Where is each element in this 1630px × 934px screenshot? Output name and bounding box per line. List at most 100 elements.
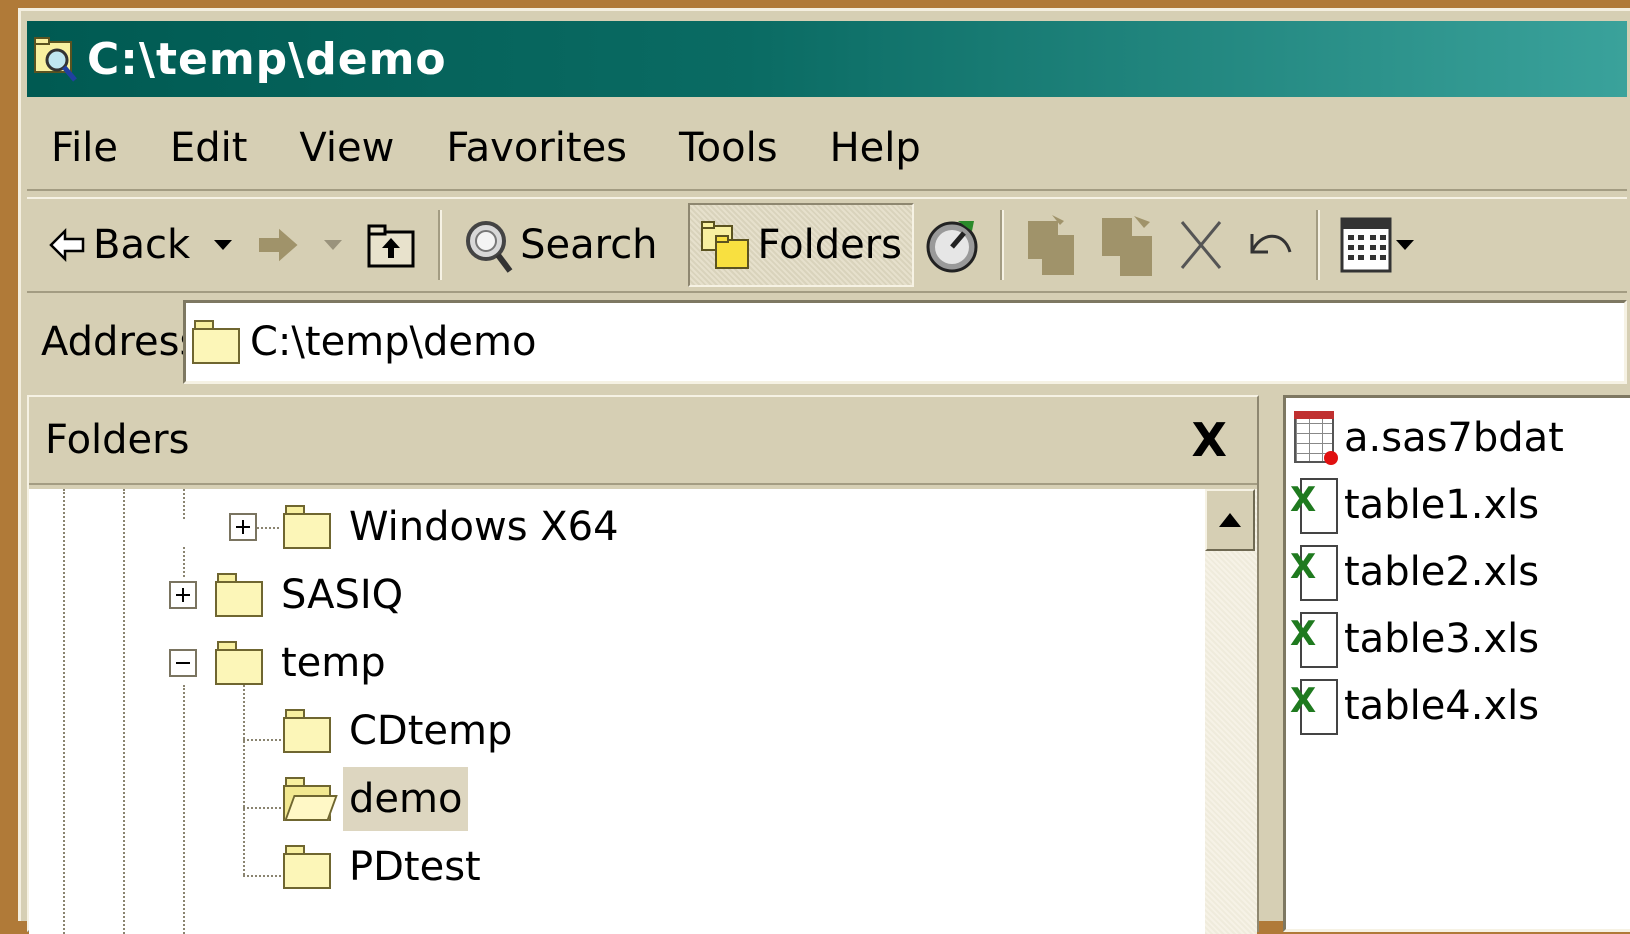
explorer-window: C:\temp\demo File Edit View Favorites To… — [18, 8, 1630, 934]
file-item[interactable]: X table3.xls — [1290, 607, 1539, 671]
file-name: table4.xls — [1344, 683, 1540, 729]
file-name: table3.xls — [1344, 616, 1540, 662]
undo-icon — [1244, 224, 1296, 266]
folder-icon — [215, 573, 263, 617]
folder-tree[interactable]: Windows X64 SASIQ temp CDtemp demo PDtes… — [29, 489, 1205, 934]
scroll-up-button[interactable] — [1205, 489, 1255, 551]
folder-icon — [192, 320, 240, 364]
excel-file-icon: X — [1290, 608, 1340, 670]
address-bar: Address C:\temp\demo — [27, 297, 1627, 387]
menu-help[interactable]: Help — [804, 125, 947, 171]
views-button[interactable] — [1330, 205, 1428, 285]
folders-pane-title: Folders — [45, 417, 190, 463]
toolbar-separator — [1315, 210, 1320, 280]
address-value: C:\temp\demo — [250, 319, 537, 365]
folders-label: Folders — [757, 222, 902, 268]
back-dropdown-icon[interactable] — [214, 240, 233, 250]
file-list-pane[interactable]: a.sas7bdat X table1.xls X table2.xls X t… — [1283, 395, 1630, 932]
tree-item-sasiq[interactable]: SASIQ — [169, 563, 409, 627]
tree-item-label: CDtemp — [349, 708, 513, 754]
tree-item-demo[interactable]: demo — [283, 767, 469, 831]
forward-button[interactable] — [246, 205, 310, 285]
search-button[interactable]: Search — [452, 205, 667, 285]
history-clock-icon — [924, 215, 980, 275]
standard-toolbar: Back Search Folders — [27, 197, 1627, 293]
forward-arrow-icon — [256, 227, 300, 263]
menu-file[interactable]: File — [27, 125, 144, 171]
tree-guide-line — [243, 739, 281, 741]
file-name: table1.xls — [1344, 482, 1540, 528]
toolbar-separator — [438, 210, 443, 280]
search-icon — [462, 215, 514, 275]
tree-item-label-selected: demo — [343, 767, 469, 831]
back-label: Back — [93, 222, 191, 268]
title-bar[interactable]: C:\temp\demo — [27, 21, 1627, 97]
folders-icon — [700, 218, 752, 272]
file-item[interactable]: X table4.xls — [1290, 674, 1539, 738]
copy-to-button[interactable] — [1090, 205, 1168, 285]
search-label: Search — [520, 222, 658, 268]
tree-item-label: SASIQ — [281, 572, 404, 618]
tree-guide-line — [63, 489, 65, 934]
toolbar-separator — [999, 210, 1004, 280]
folders-button[interactable]: Folders — [687, 203, 914, 287]
scroll-up-arrow-icon — [1219, 513, 1241, 527]
address-label: Address — [41, 319, 201, 365]
back-button[interactable]: Back — [27, 205, 200, 285]
tree-item-label: Windows X64 — [349, 504, 619, 550]
up-folder-button[interactable] — [356, 205, 428, 285]
history-button[interactable] — [914, 205, 990, 285]
menu-favorites[interactable]: Favorites — [420, 125, 653, 171]
file-name: a.sas7bdat — [1344, 415, 1564, 461]
excel-file-icon: X — [1290, 675, 1340, 737]
up-folder-icon — [366, 220, 418, 270]
move-to-icon — [1024, 213, 1080, 277]
expand-plus-icon[interactable] — [229, 513, 257, 541]
file-name: table2.xls — [1344, 549, 1540, 595]
views-list-icon — [1340, 217, 1392, 273]
forward-dropdown-icon[interactable] — [324, 240, 343, 250]
window-title: C:\temp\demo — [87, 33, 447, 85]
tree-item-label: PDtest — [349, 844, 481, 890]
folder-icon — [283, 845, 331, 889]
file-item[interactable]: X table1.xls — [1290, 473, 1539, 537]
address-input[interactable]: C:\temp\demo — [183, 300, 1627, 384]
menu-bar: File Edit View Favorites Tools Help — [27, 107, 1627, 191]
file-item[interactable]: a.sas7bdat — [1290, 406, 1564, 470]
folders-pane-header: Folders X — [29, 397, 1257, 485]
delete-button[interactable] — [1168, 205, 1234, 285]
tree-guide-line — [243, 685, 245, 875]
folders-pane: Folders X Windows X64 SASIQ temp CDtemp … — [27, 395, 1259, 934]
menu-tools[interactable]: Tools — [653, 125, 804, 171]
tree-item-label: temp — [281, 640, 386, 686]
excel-file-icon: X — [1290, 541, 1340, 603]
tree-item-temp[interactable]: temp — [169, 631, 392, 695]
menu-edit[interactable]: Edit — [144, 125, 273, 171]
tree-guide-line — [183, 685, 185, 934]
back-arrow-icon — [47, 227, 87, 263]
tree-guide-line — [243, 875, 281, 877]
move-to-button[interactable] — [1014, 205, 1090, 285]
explore-folder-icon — [33, 32, 79, 86]
menu-view[interactable]: View — [273, 125, 420, 171]
folder-icon — [283, 505, 331, 549]
undo-button[interactable] — [1234, 205, 1306, 285]
views-dropdown-icon — [1395, 240, 1414, 250]
collapse-minus-icon[interactable] — [169, 649, 197, 677]
tree-item-cdtemp[interactable]: CDtemp — [283, 699, 518, 763]
expand-plus-icon[interactable] — [169, 581, 197, 609]
delete-x-icon — [1178, 218, 1224, 272]
tree-guide-line — [243, 807, 281, 809]
tree-item-windows-x64[interactable]: Windows X64 — [229, 495, 625, 559]
open-folder-icon — [283, 777, 338, 821]
sas-dataset-icon — [1290, 407, 1340, 469]
tree-item-pdtest[interactable]: PDtest — [283, 835, 487, 899]
tree-guide-line — [123, 489, 125, 934]
tree-guide-line — [183, 489, 185, 519]
folder-icon — [283, 709, 331, 753]
folder-tree-scrollbar[interactable] — [1205, 489, 1257, 934]
close-folders-pane-button[interactable]: X — [1180, 413, 1239, 467]
file-item[interactable]: X table2.xls — [1290, 540, 1539, 604]
copy-to-icon — [1100, 212, 1158, 278]
excel-file-icon: X — [1290, 474, 1340, 536]
